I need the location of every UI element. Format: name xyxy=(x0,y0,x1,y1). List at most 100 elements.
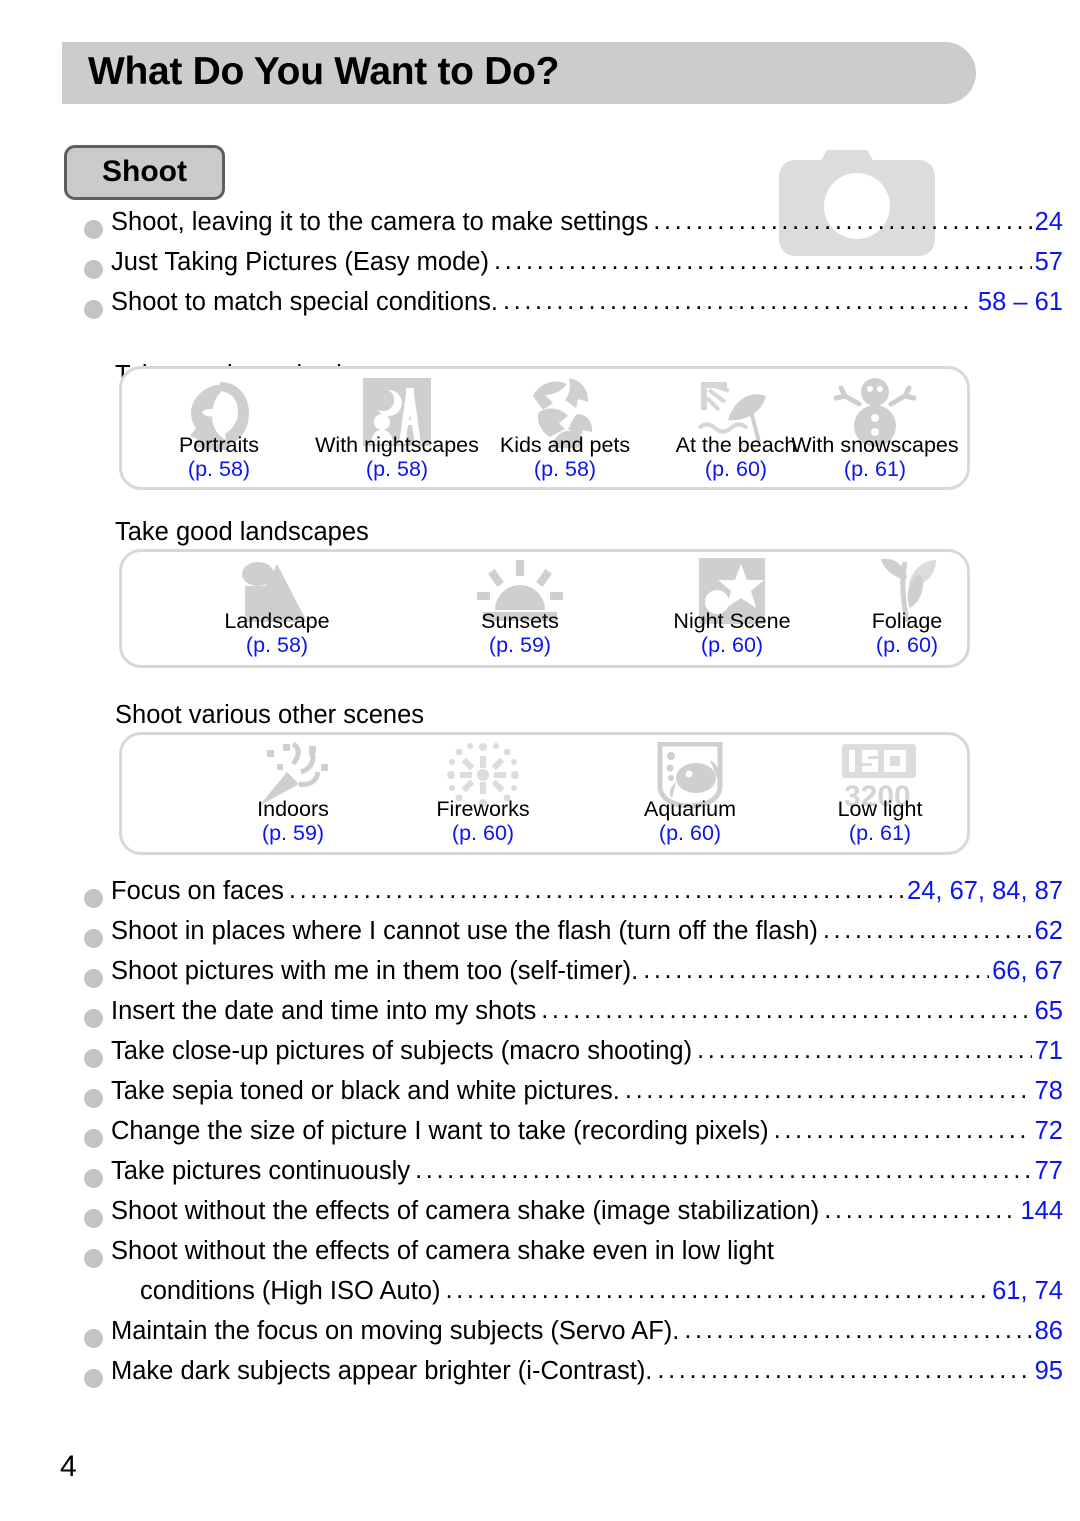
toc-entry[interactable]: Insert the date and time into my shots..… xyxy=(0,996,1080,1037)
dot-leader: ........................................… xyxy=(824,1196,1017,1224)
section-badge-shoot: Shoot xyxy=(64,145,225,200)
toc-entry[interactable]: Make dark subjects appear brighter (i-Co… xyxy=(0,1356,1080,1397)
page-header-banner: What Do You Want to Do? xyxy=(62,42,976,104)
icon-cell-with-nightscapes[interactable]: With nightscapes (p. 58) xyxy=(304,376,490,481)
toc-entry-label: Shoot to match special conditions. xyxy=(111,288,498,316)
toc-entry[interactable]: Change the size of picture I want to tak… xyxy=(0,1116,1080,1157)
bullet-icon xyxy=(84,889,103,908)
icon-page-ref: (p. 58) xyxy=(365,456,429,481)
bullet-icon xyxy=(84,1249,103,1268)
toc-entry-label: Maintain the focus on moving subjects (S… xyxy=(111,1317,680,1345)
toc-entry-label: Shoot in places where I cannot use the f… xyxy=(111,917,818,945)
icon-panel-people-shots: Portraits (p. 58) With nightscapes (p. 5… xyxy=(119,366,970,490)
toc-entry[interactable]: Just Taking Pictures (Easy mode)........… xyxy=(0,247,1080,288)
toc-entry[interactable]: Shoot, leaving it to the camera to make … xyxy=(0,207,1080,248)
dot-leader: ........................................… xyxy=(657,1356,1032,1384)
icon-label: Kids and pets xyxy=(499,433,631,457)
icon-cell-fireworks[interactable]: Fireworks (p. 60) xyxy=(390,742,576,845)
bullet-icon xyxy=(84,969,103,988)
toc-entry-label: Shoot without the effects of camera shak… xyxy=(111,1197,820,1225)
toc-entry[interactable]: Take sepia toned or black and white pict… xyxy=(0,1076,1080,1117)
icon-label: Aquarium xyxy=(643,797,736,821)
toc-entry-label: Focus on faces xyxy=(111,877,284,905)
toc-entry-page: 71 xyxy=(1034,1037,1063,1065)
icon-label: Night Scene xyxy=(673,609,791,633)
toc-entry-page: 24 xyxy=(1034,208,1063,236)
bullet-icon xyxy=(84,1009,103,1028)
toc-entry-label: Make dark subjects appear brighter (i-Co… xyxy=(111,1357,653,1385)
toc-entry-page: 66, 67 xyxy=(992,957,1063,985)
toc-entry-label: Just Taking Pictures (Easy mode) xyxy=(111,248,489,276)
icon-cell-aquarium[interactable]: Aquarium (p. 60) xyxy=(597,741,783,845)
toc-entry-label: Shoot without the effects of camera shak… xyxy=(111,1237,774,1265)
bullet-icon xyxy=(84,1169,103,1188)
dot-leader: ........................................… xyxy=(697,1036,1032,1064)
toc-entry-page: 144 xyxy=(1020,1197,1063,1225)
toc-entry[interactable]: Take close-up pictures of subjects (macr… xyxy=(0,1036,1080,1077)
toc-entry[interactable]: Shoot in places where I cannot use the f… xyxy=(0,916,1080,957)
toc-entry[interactable]: Take pictures continuously..............… xyxy=(0,1156,1080,1197)
icon-label: With nightscapes xyxy=(315,433,479,457)
icon-page-ref: (p. 58) xyxy=(245,632,309,657)
dot-leader: ........................................… xyxy=(624,1076,1032,1104)
toc-entry-label: Take pictures continuously xyxy=(111,1157,411,1185)
icon-label: Portraits xyxy=(178,433,260,457)
group-heading-2: Shoot various other scenes xyxy=(115,701,425,729)
icon-page-ref: (p. 60) xyxy=(451,820,515,845)
icon-label: Indoors xyxy=(257,797,329,821)
bullet-icon xyxy=(84,929,103,948)
bullet-icon xyxy=(84,1369,103,1388)
icon-panel-landscapes: Landscape (p. 58) Sunsets (p. 59) Night … xyxy=(119,549,970,668)
icon-cell-with-snowscapes[interactable]: With snowscapes (p. 61) xyxy=(782,376,968,481)
bullet-icon xyxy=(84,1089,103,1108)
bullet-icon xyxy=(84,1209,103,1228)
toc-entry[interactable]: Shoot without the effects of camera shak… xyxy=(0,1237,1080,1277)
dot-leader: ........................................… xyxy=(502,287,975,315)
bullet-icon xyxy=(84,220,103,239)
toc-entry[interactable]: Shoot pictures with me in them too (self… xyxy=(0,956,1080,997)
bullet-icon xyxy=(84,1049,103,1068)
toc-entry-label: Take sepia toned or black and white pict… xyxy=(111,1077,620,1105)
icon-label: Foliage xyxy=(871,609,943,633)
section-badge-label: Shoot xyxy=(102,154,187,188)
toc-entry[interactable]: Focus on faces..........................… xyxy=(0,876,1080,917)
icon-cell-portraits[interactable]: Portraits (p. 58) xyxy=(126,376,312,481)
icon-cell-low-light[interactable]: 3200 Low light (p. 61) xyxy=(787,742,973,845)
icon-page-ref: (p. 58) xyxy=(533,456,597,481)
toc-entry[interactable]: Maintain the focus on moving subjects (S… xyxy=(0,1316,1080,1357)
icon-cell-foliage[interactable]: Foliage (p. 60) xyxy=(814,558,1000,657)
icon-cell-night-scene[interactable]: Night Scene (p. 60) xyxy=(639,558,825,657)
icon-label: Fireworks xyxy=(436,797,530,821)
toc-entry-label: Shoot, leaving it to the camera to make … xyxy=(111,208,649,236)
dot-leader: ........................................… xyxy=(653,207,1031,235)
toc-entry-page: 24, 67, 84, 87 xyxy=(907,877,1063,905)
toc-entry-label: Change the size of picture I want to tak… xyxy=(111,1117,769,1145)
toc-entry-label: Shoot pictures with me in them too (self… xyxy=(111,957,639,985)
icon-label: With snowscapes xyxy=(791,433,959,457)
toc-entry[interactable]: Shoot to match special conditions.......… xyxy=(0,287,1080,328)
toc-entry[interactable]: conditions (High ISO Auto)..............… xyxy=(0,1276,1080,1317)
toc-entry-label: Insert the date and time into my shots xyxy=(111,997,537,1025)
bullet-icon xyxy=(84,1329,103,1348)
toc-entry[interactable]: Shoot without the effects of camera shak… xyxy=(0,1196,1080,1237)
page-number: 4 xyxy=(60,1450,77,1483)
icon-cell-landscape[interactable]: Landscape (p. 58) xyxy=(184,558,370,657)
bottom-toc-list: Focus on faces..........................… xyxy=(0,876,1080,1397)
icon-cell-indoors[interactable]: Indoors (p. 59) xyxy=(200,741,386,845)
icon-page-ref: (p. 58) xyxy=(187,456,251,481)
icon-panel-other-scenes: Indoors (p. 59) Fireworks (p. 60) Aquari… xyxy=(119,732,970,855)
dot-leader: ........................................… xyxy=(415,1156,1032,1184)
icon-cell-sunsets[interactable]: Sunsets (p. 59) xyxy=(427,558,613,657)
dot-leader: ........................................… xyxy=(541,996,1031,1024)
icon-page-ref: (p. 60) xyxy=(658,820,722,845)
dot-leader: ........................................… xyxy=(684,1316,1031,1344)
bullet-icon xyxy=(84,300,103,319)
top-toc-list: Shoot, leaving it to the camera to make … xyxy=(0,207,1080,328)
icon-label: Landscape xyxy=(224,609,330,633)
dot-leader: ........................................… xyxy=(493,247,1032,275)
icon-page-ref: (p. 60) xyxy=(875,632,939,657)
icon-label: Sunsets xyxy=(481,609,559,633)
dot-leader: ........................................… xyxy=(288,876,905,904)
bullet-icon xyxy=(84,260,103,279)
icon-cell-kids-and-pets[interactable]: Kids and pets (p. 58) xyxy=(472,376,658,481)
